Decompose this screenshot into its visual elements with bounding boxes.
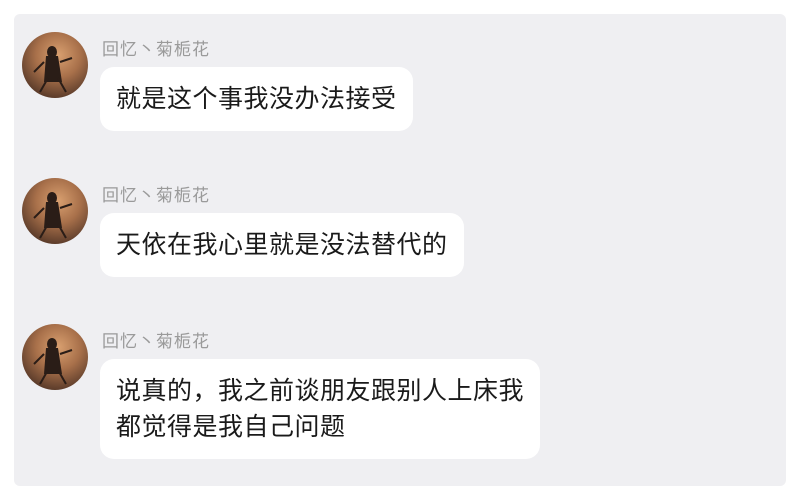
avatar[interactable] [22,178,88,244]
message-bubble[interactable]: 天依在我心里就是没法替代的 [100,213,464,277]
message-text: 就是这个事我没办法接受 [116,84,397,113]
sender-name: 回忆丶菊栀花 [102,40,210,60]
message-text: 天依在我心里就是没法替代的 [116,230,448,259]
chat-panel: 回忆丶菊栀花 就是这个事我没办法接受 回忆丶菊栀花 天依在我心里就是没法替代的 [14,14,786,486]
sender-name: 回忆丶菊栀花 [102,332,210,352]
avatar[interactable] [22,324,88,390]
figure-silhouette-icon [33,338,73,385]
figure-silhouette-icon [33,192,73,239]
message-bubble[interactable]: 说真的，我之前谈朋友跟别人上床我 都觉得是我自己问题 [100,359,541,459]
message-text-line-2: 都觉得是我自己问题 [116,412,346,441]
figure-silhouette-icon [33,46,73,93]
sender-name: 回忆丶菊栀花 [102,186,210,206]
avatar[interactable] [22,32,88,98]
message-text-line-1: 说真的，我之前谈朋友跟别人上床我 [116,376,525,405]
message-bubble[interactable]: 就是这个事我没办法接受 [100,67,413,131]
